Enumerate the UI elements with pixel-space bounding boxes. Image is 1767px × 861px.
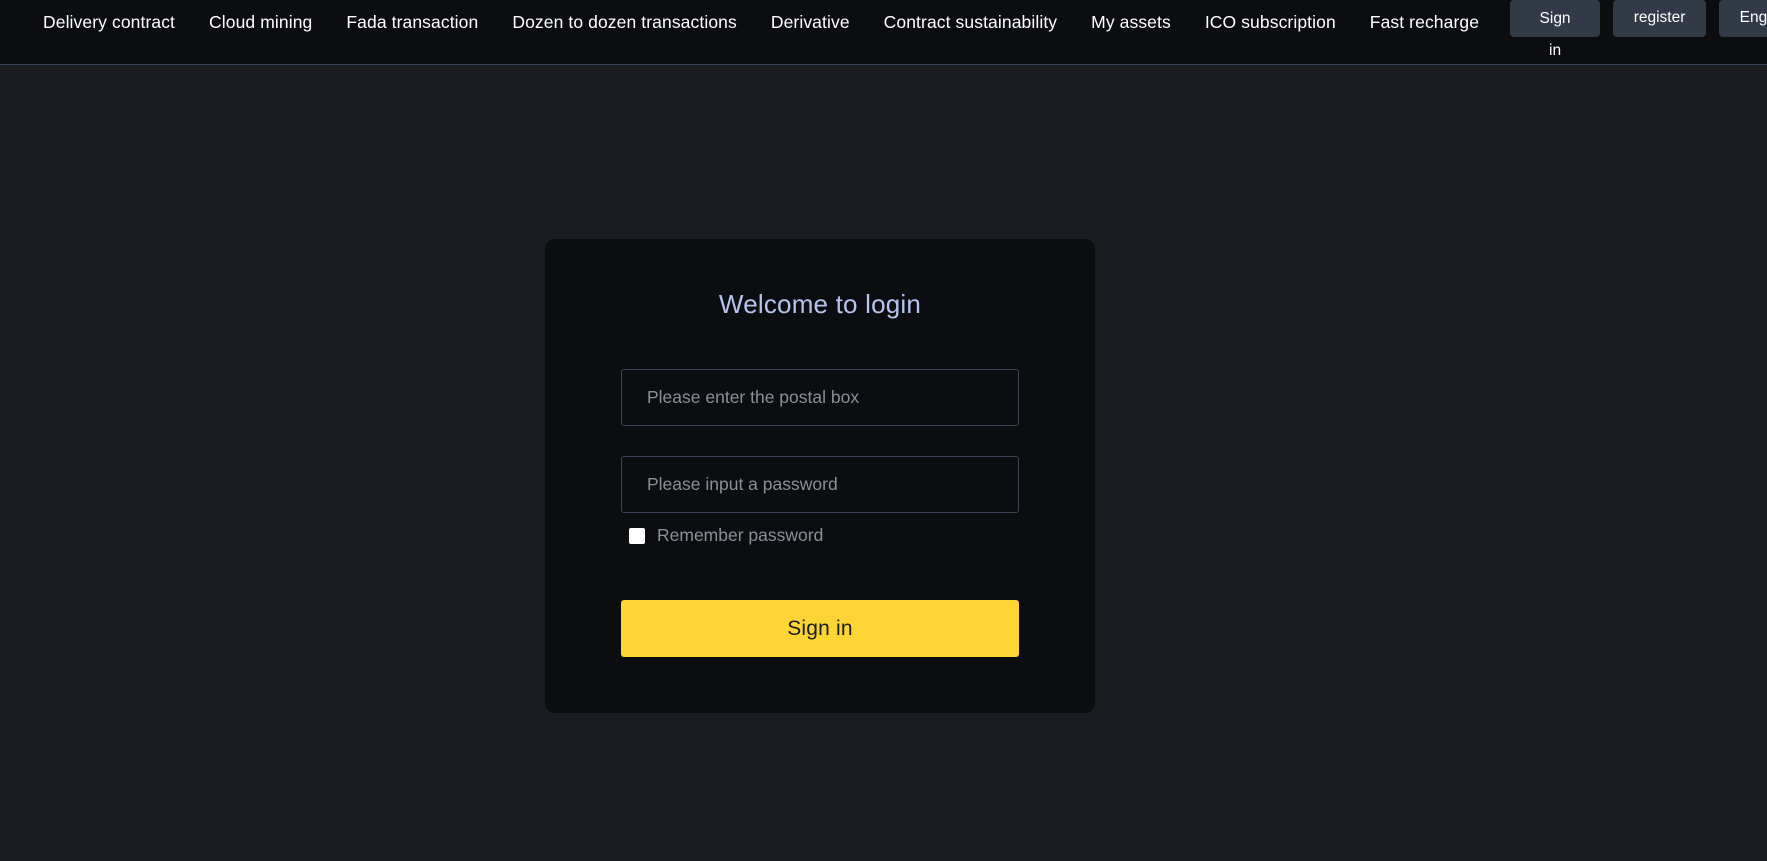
top-navigation-bar: Delivery contract Cloud mining Fada tran… <box>0 0 1767 65</box>
nav-item-cloud-mining[interactable]: Cloud mining <box>192 0 329 44</box>
primary-nav-links: Delivery contract Cloud mining Fada tran… <box>0 0 1496 44</box>
sign-in-submit-button[interactable]: Sign in <box>621 600 1019 657</box>
login-title: Welcome to login <box>718 289 922 319</box>
nav-action-buttons: Sign in register English <box>1510 0 1767 65</box>
nav-sign-in-button[interactable]: Sign in <box>1510 0 1601 59</box>
email-input[interactable] <box>621 369 1019 426</box>
nav-item-dozen-to-dozen-transactions[interactable]: Dozen to dozen transactions <box>495 0 754 44</box>
login-form: Remember password Sign in <box>545 369 1095 657</box>
field-spacer <box>621 426 1019 456</box>
nav-item-fada-transaction[interactable]: Fada transaction <box>329 0 495 44</box>
nav-item-fast-recharge[interactable]: Fast recharge <box>1353 0 1496 44</box>
nav-register-button[interactable]: register <box>1613 0 1707 37</box>
nav-item-my-assets[interactable]: My assets <box>1074 0 1188 44</box>
nav-item-derivative[interactable]: Derivative <box>754 0 867 44</box>
login-card: Welcome to login Remember password Sign … <box>545 239 1095 713</box>
nav-item-ico-subscription[interactable]: ICO subscription <box>1188 0 1353 44</box>
nav-item-contract-sustainability[interactable]: Contract sustainability <box>867 0 1075 44</box>
password-input[interactable] <box>621 456 1019 513</box>
remember-password-checkbox[interactable] <box>629 527 645 544</box>
nav-item-delivery-contract[interactable]: Delivery contract <box>26 0 192 44</box>
remember-password-row: Remember password <box>621 525 1019 546</box>
language-selector-button[interactable]: English <box>1719 0 1767 37</box>
remember-password-label[interactable]: Remember password <box>657 525 823 546</box>
